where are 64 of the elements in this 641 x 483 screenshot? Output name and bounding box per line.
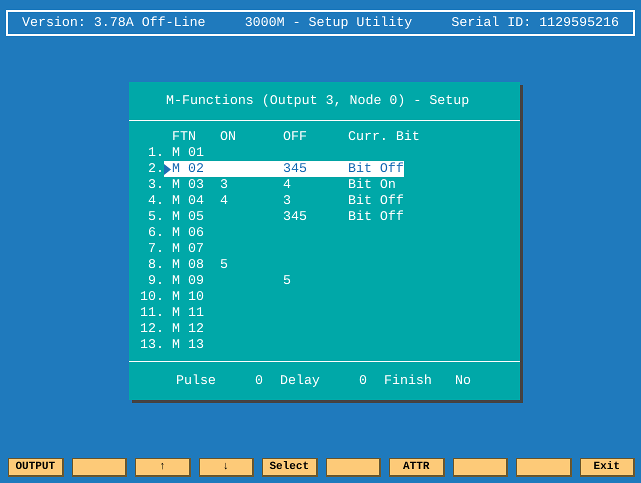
row-number: 10.	[139, 289, 164, 305]
function-key[interactable]: Exit	[580, 458, 635, 477]
column-header: ON	[220, 129, 237, 145]
bit-state: Bit Off	[348, 209, 404, 225]
function-key[interactable]: ↑	[135, 458, 190, 477]
field-label: Pulse	[176, 373, 216, 389]
row-number: 9.	[147, 273, 164, 289]
row-number: 13.	[139, 337, 164, 353]
field-label: Finish	[384, 373, 432, 389]
function-key[interactable]: ATTR	[389, 458, 444, 477]
bit-state: Bit Off	[348, 161, 404, 177]
function-name: M 07	[172, 241, 205, 257]
function-name: M 12	[172, 321, 205, 337]
bit-state: Bit On	[348, 177, 397, 193]
function-name: M 10	[172, 289, 205, 305]
function-name: M 11	[172, 305, 205, 321]
field-value: 0	[359, 373, 367, 389]
off-value: 345	[283, 209, 308, 225]
function-name: M 01	[172, 145, 205, 161]
app-title: 3000M - Setup Utility	[244, 15, 412, 31]
function-name: M 06	[172, 225, 205, 241]
column-header: Curr. Bit	[348, 129, 420, 145]
row-number: 12.	[139, 321, 164, 337]
function-key[interactable]	[72, 458, 127, 477]
function-name: M 05	[172, 209, 205, 225]
function-key[interactable]	[516, 458, 572, 477]
off-value: 5	[283, 273, 292, 289]
function-name: M 02	[172, 161, 205, 177]
row-number: 7.	[147, 241, 164, 257]
row-number: 4.	[147, 193, 164, 209]
pointer-icon	[164, 164, 171, 174]
function-name: M 08	[172, 257, 205, 273]
field-label: Delay	[280, 373, 320, 389]
on-value: 4	[220, 193, 229, 209]
function-key[interactable]: ↓	[198, 458, 254, 477]
function-key[interactable]: Select	[262, 458, 318, 477]
function-name: M 03	[172, 177, 205, 193]
off-value: 4	[283, 177, 292, 193]
function-name: M 09	[172, 273, 205, 289]
bit-state: Bit Off	[348, 193, 404, 209]
row-number: 1.	[147, 145, 164, 161]
function-name: M 04	[172, 193, 205, 209]
serial-id: Serial ID: 1129595216	[451, 15, 619, 31]
row-number: 5.	[147, 209, 164, 225]
field-value: No	[455, 373, 471, 389]
function-key[interactable]: OUTPUT	[8, 458, 64, 477]
row-number: 2.	[147, 161, 164, 177]
row-number: 8.	[147, 257, 164, 273]
function-key[interactable]	[326, 458, 381, 477]
row-number: 11.	[139, 305, 164, 321]
off-value: 345	[283, 161, 308, 177]
selected-row[interactable]: M 02 345 Bit Off	[164, 161, 404, 177]
function-name: M 13	[172, 337, 205, 353]
off-value: 3	[283, 193, 292, 209]
column-header: FTN	[172, 129, 197, 145]
row-number: 3.	[147, 177, 164, 193]
dialog-title: M-Functions (Output 3, Node 0) - Setup	[166, 93, 470, 109]
function-key[interactable]	[452, 458, 508, 477]
field-value: 0	[255, 373, 263, 389]
column-header: OFF	[283, 129, 308, 145]
version-text: Version: 3.78A Off-Line	[22, 15, 206, 31]
on-value: 5	[220, 257, 229, 273]
row-number: 6.	[147, 225, 164, 241]
on-value: 3	[220, 177, 229, 193]
